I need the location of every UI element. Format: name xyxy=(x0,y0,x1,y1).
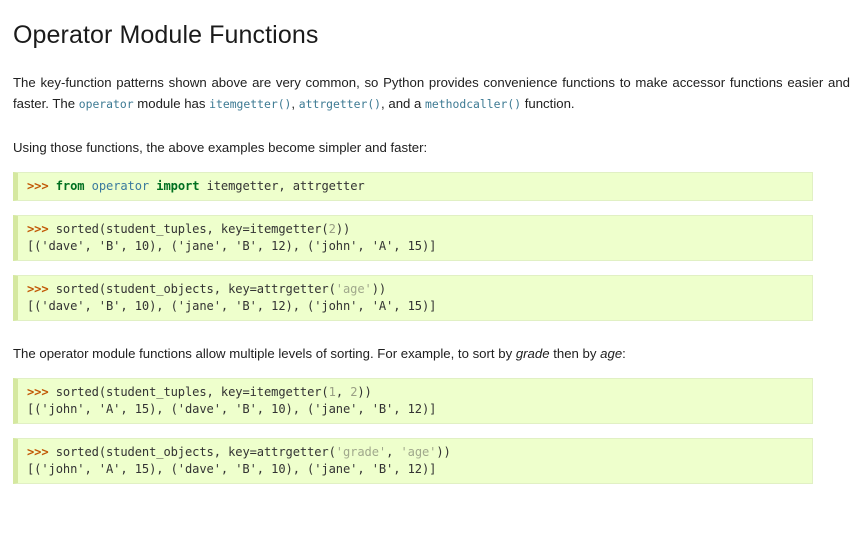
code-token: from xyxy=(55,179,85,193)
inline-code-attrgetter: attrgetter() xyxy=(298,97,382,111)
code-token: >>> xyxy=(27,282,56,296)
code-token: [('john', 'A', 15), ('dave', 'B', 10), (… xyxy=(27,462,437,476)
code-token: >>> xyxy=(27,445,56,459)
code-token: )) xyxy=(357,385,372,399)
code-block-list-top: >>> from operator import itemgetter, att… xyxy=(13,172,854,321)
intro-paragraph: The key-function patterns shown above ar… xyxy=(13,72,854,115)
emphasis-age: age xyxy=(600,346,623,361)
code-token: sorted(student_objects, key=attrgetter( xyxy=(55,445,336,459)
intro-text-part-5: function. xyxy=(521,96,575,111)
code-block-sorted-attrgetter-age[interactable]: >>> sorted(student_objects, key=attrgett… xyxy=(13,275,813,321)
inline-code-operator: operator xyxy=(78,97,134,111)
code-token: , xyxy=(335,385,351,399)
code-block-sorted-attrgetter-grade-age[interactable]: >>> sorted(student_objects, key=attrgett… xyxy=(13,438,813,484)
code-token: [('dave', 'B', 10), ('jane', 'B', 12), (… xyxy=(27,239,437,253)
code-token: sorted(student_tuples, key=itemgetter( xyxy=(55,222,329,236)
code-line: >>> sorted(student_tuples, key=itemgette… xyxy=(27,384,804,401)
multi-level-text-part-1: The operator module functions allow mult… xyxy=(13,346,516,361)
code-token: 2 xyxy=(328,222,336,236)
code-block-sorted-itemgetter-age[interactable]: >>> sorted(student_tuples, key=itemgette… xyxy=(13,215,813,261)
code-block-list-bottom: >>> sorted(student_tuples, key=itemgette… xyxy=(13,378,854,484)
code-block-sorted-itemgetter-grade-age[interactable]: >>> sorted(student_tuples, key=itemgette… xyxy=(13,378,813,424)
code-line: [('dave', 'B', 10), ('jane', 'B', 12), (… xyxy=(27,298,804,315)
code-token: operator xyxy=(91,179,150,193)
code-line: >>> sorted(student_objects, key=attrgett… xyxy=(27,444,804,461)
code-block-import-statement[interactable]: >>> from operator import itemgetter, att… xyxy=(13,172,813,201)
code-token: sorted(student_objects, key=attrgetter( xyxy=(55,282,336,296)
code-token: [('john', 'A', 15), ('dave', 'B', 10), (… xyxy=(27,402,437,416)
code-token: )) xyxy=(371,282,387,296)
code-line: >>> sorted(student_tuples, key=itemgette… xyxy=(27,221,804,238)
intro-text-part-2: module has xyxy=(133,96,210,111)
code-line: [('john', 'A', 15), ('dave', 'B', 10), (… xyxy=(27,401,804,418)
multi-level-paragraph: The operator module functions allow mult… xyxy=(13,343,854,364)
code-token: >>> xyxy=(27,222,56,236)
code-line: [('dave', 'B', 10), ('jane', 'B', 12), (… xyxy=(27,238,804,255)
code-token: )) xyxy=(436,445,451,459)
intro-text-part-4: , and a xyxy=(381,96,426,111)
code-token: sorted(student_tuples, key=itemgetter( xyxy=(55,385,329,399)
code-token: >>> xyxy=(27,179,56,193)
lead-in-paragraph: Using those functions, the above example… xyxy=(13,140,428,155)
code-token: >>> xyxy=(27,385,56,399)
document-page: Operator Module Functions The key-functi… xyxy=(0,0,866,484)
intro-text-part-3: , xyxy=(291,96,299,111)
inline-code-methodcaller: methodcaller() xyxy=(425,97,522,111)
code-token: 'grade' xyxy=(335,445,387,459)
code-token: , xyxy=(386,445,401,459)
code-line: >>> from operator import itemgetter, att… xyxy=(27,178,804,195)
inline-code-itemgetter: itemgetter() xyxy=(209,97,292,111)
code-token: import xyxy=(156,179,200,193)
emphasis-grade: grade xyxy=(515,346,550,361)
code-token: )) xyxy=(335,222,351,236)
code-token: itemgetter, attrgetter xyxy=(199,179,365,193)
code-token: 'age' xyxy=(400,445,437,459)
code-line: >>> sorted(student_objects, key=attrgett… xyxy=(27,281,804,298)
code-token: 'age' xyxy=(335,282,372,296)
code-token: 1 xyxy=(328,385,336,399)
code-token: [('dave', 'B', 10), ('jane', 'B', 12), (… xyxy=(27,299,437,313)
page-title: Operator Module Functions xyxy=(13,21,319,49)
code-line: [('john', 'A', 15), ('dave', 'B', 10), (… xyxy=(27,461,804,478)
multi-level-text-part-3: : xyxy=(622,346,626,361)
multi-level-text-part-2: then by xyxy=(549,346,601,361)
